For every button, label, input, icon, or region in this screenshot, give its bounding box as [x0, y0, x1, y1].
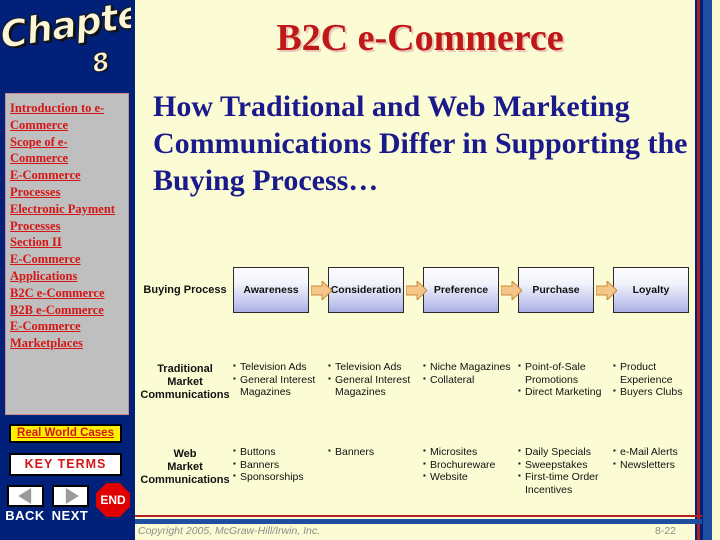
bullet-item: Buyers Clubs — [613, 385, 709, 399]
process-row-label: Buying Process — [143, 284, 227, 296]
arrow-right-icon-2 — [406, 281, 427, 300]
cell-traditional-awareness: Television Ads General Interest Magazine… — [233, 360, 329, 399]
footer-blue-rule — [135, 519, 702, 524]
copyright-notice: Copyright 2005, McGraw-Hill/Irwin, Inc. — [138, 525, 321, 537]
bullet-item: Television Ads — [233, 360, 329, 374]
sidebar-item-e-commerce-processes[interactable]: E-Commerce Processes — [10, 167, 124, 201]
chapter-banner-word: Chapter — [0, 0, 131, 57]
bullet-item: Brochureware — [423, 458, 519, 472]
stage-box-loyalty[interactable]: Loyalty — [613, 267, 689, 313]
bullet-item: Direct Marketing — [518, 385, 614, 399]
stage-box-preference[interactable]: Preference — [423, 267, 499, 313]
bullet-item: General Interest — [233, 373, 329, 387]
cell-traditional-preference: Niche Magazines Collateral — [423, 360, 519, 387]
cell-web-loyalty: e-Mail Alerts Newsletters — [613, 445, 709, 472]
end-button[interactable]: END — [96, 483, 130, 517]
bullet-item: Newsletters — [613, 458, 709, 472]
chapter-banner-number: 8 — [89, 46, 113, 79]
sidebar-item-b2b-e-commerce[interactable]: B2B e-Commerce — [10, 302, 124, 319]
footer-red-rule — [135, 515, 702, 517]
cell-web-purchase: Daily Specials Sweepstakes First-time Or… — [518, 445, 614, 496]
sidebar-item-electronic-payment-processes[interactable]: Electronic Payment Processes — [10, 201, 124, 235]
row-label-web: Web Market Communications — [139, 448, 231, 487]
bullet-item: First-time Order — [518, 470, 614, 484]
page-title: B2C e-Commerce — [276, 17, 564, 59]
bullet-item-cont: Magazines — [335, 386, 386, 398]
real-world-cases-button[interactable]: Real World Cases — [9, 424, 122, 443]
next-button[interactable] — [52, 485, 89, 507]
sidebar-item-section-ii[interactable]: Section II — [10, 234, 124, 251]
bullet-item-cont: Incentives — [525, 483, 573, 496]
row-label-web-text: Web Market Communications — [140, 448, 230, 486]
bullet-item-cont: Promotions — [525, 373, 579, 386]
row-label-traditional-text: Traditional Market Communications — [140, 363, 230, 401]
page-number: 8-22 — [655, 525, 677, 537]
bullet-item: Sweepstakes — [518, 458, 614, 472]
cell-traditional-consideration: Television Ads General Interest Magazine… — [328, 360, 424, 399]
cell-web-awareness: Buttons Banners Sponsorships — [233, 445, 329, 484]
bullet-item: General Interest — [328, 373, 424, 387]
bullet-item: Sponsorships — [233, 470, 329, 484]
stage-box-purchase[interactable]: Purchase — [518, 267, 594, 313]
bullet-item: Website — [423, 470, 519, 484]
table-of-contents-panel: Introduction to e-Commerce Scope of e-Co… — [5, 93, 129, 415]
stage-box-consideration[interactable]: Consideration — [328, 267, 404, 313]
bullet-item: Product — [613, 360, 709, 374]
stage-box-awareness[interactable]: Awareness — [233, 267, 309, 313]
bullet-item-cont: Magazines — [240, 386, 291, 398]
arrow-right-icon-1 — [311, 281, 332, 300]
key-terms-button[interactable]: KEY TERMS — [9, 453, 122, 476]
process-stage-row: Buying Process Awareness Consideration P… — [137, 266, 695, 318]
cell-web-consideration: Banners — [328, 445, 424, 459]
sidebar-item-e-commerce-marketplaces[interactable]: E-Commerce Marketplaces — [10, 318, 124, 352]
next-button-label: NEXT — [51, 508, 89, 523]
sidebar-item-b2c-e-commerce[interactable]: B2C e-Commerce — [10, 285, 124, 302]
sidebar-item-e-commerce-applications[interactable]: E-Commerce Applications — [10, 251, 124, 285]
back-button[interactable] — [7, 485, 44, 507]
buying-process-diagram: Buying Process Awareness Consideration P… — [137, 266, 695, 516]
bullet-item: Niche Magazines — [423, 360, 519, 374]
triangle-left-icon — [17, 488, 31, 504]
row-label-traditional: Traditional Market Communications — [139, 363, 231, 402]
cell-traditional-purchase: Point-of-Sale Promotions Direct Marketin… — [518, 360, 614, 399]
bullet-item: Buttons — [233, 445, 329, 459]
sidebar-item-introduction-to-e-commerce[interactable]: Introduction to e-Commerce — [10, 100, 124, 134]
back-button-label: BACK — [5, 508, 45, 523]
bullet-item: Point-of-Sale — [518, 360, 614, 374]
bullet-item: Collateral — [423, 373, 519, 387]
bullet-item: Daily Specials — [518, 445, 614, 459]
bullet-item-cont: Experience — [620, 373, 673, 386]
chapter-banner: Chapter 8 — [0, 0, 131, 90]
triangle-right-icon — [65, 488, 79, 504]
cell-traditional-loyalty: Product Experience Buyers Clubs — [613, 360, 709, 399]
bullet-item: Banners — [328, 445, 424, 459]
arrow-right-icon-3 — [501, 281, 522, 300]
sidebar-item-scope-of-e-commerce[interactable]: Scope of e-Commerce — [10, 134, 124, 168]
left-nav-column: Chapter 8 Introduction to e-Commerce Sco… — [0, 0, 131, 540]
cell-web-preference: Microsites Brochureware Website — [423, 445, 519, 484]
slide-heading: How Traditional and Web Marketing Commun… — [153, 90, 688, 197]
bullet-item: e-Mail Alerts — [613, 445, 709, 459]
bullet-item: Television Ads — [328, 360, 424, 374]
bullet-item: Banners — [233, 458, 329, 472]
slide-canvas: Chapter 8 Introduction to e-Commerce Sco… — [0, 0, 720, 540]
right-margin — [712, 0, 720, 540]
bullet-item: Microsites — [423, 445, 519, 459]
arrow-right-icon-4 — [596, 281, 617, 300]
